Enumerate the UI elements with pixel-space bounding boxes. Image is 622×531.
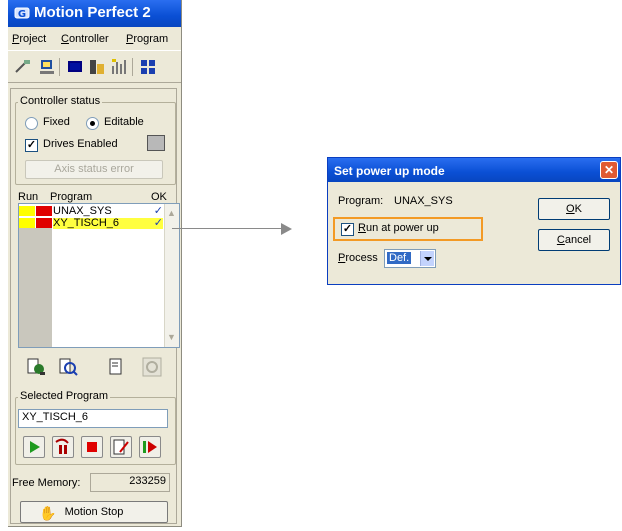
step-out-icon [143,441,157,453]
run-at-power-up-label: Run at power up [358,222,439,234]
new-program-icon[interactable] [26,357,46,377]
scroll-down-icon[interactable]: ▼ [167,332,176,342]
program-name: UNAX_SYS [53,205,112,217]
app-logo-icon: G [14,7,30,20]
connector-arrow-line [172,228,282,229]
main-titlebar[interactable]: G Motion Perfect 2 [8,0,181,27]
scroll-up-icon[interactable]: ▲ [167,208,176,218]
toolbar [8,52,181,83]
motion-stop-label: Motion Stop [64,506,124,518]
axis-status-error-button[interactable]: Axis status error [25,160,163,179]
fixed-radio[interactable] [25,117,38,130]
run-indicator[interactable] [19,218,35,228]
table-row[interactable]: UNAX_SYS ✓ [53,206,163,217]
col-run-header: Run [18,191,39,203]
table-row-selected[interactable]: XY_TISCH_6 ✓ [53,218,163,229]
play-icon [30,441,40,453]
connector-arrow-head [281,223,292,235]
stop-program-button[interactable] [81,436,103,458]
axis-params-icon[interactable] [88,58,106,76]
set-power-up-mode-dialog: Set power up mode ✕ Program: UNAX_SYS ✓ … [327,157,621,285]
free-memory-field: 233259 [90,473,170,492]
selected-program-field[interactable]: XY_TISCH_6 [18,409,168,428]
menu-program[interactable]: Program [126,33,168,45]
run-program-button[interactable] [23,436,45,458]
ok-check: ✓ [153,217,163,229]
run-indicator[interactable] [19,206,35,216]
col-program-header: Program [50,191,93,203]
process-select[interactable]: Def. [384,249,436,268]
editable-label: Editable [104,116,144,128]
drives-enabled-checkbox[interactable]: ✓ [25,139,38,152]
ok-button[interactable]: OK [538,198,610,220]
edit-icon [113,439,129,455]
motion-perfect-window: G Motion Perfect 2 Project Controller Pr… [8,0,182,527]
free-memory-label: Free Memory: [12,477,81,489]
close-icon[interactable]: ✕ [600,161,618,179]
selected-program-label: Selected Program [18,390,111,402]
menu-project[interactable]: Project [12,33,46,45]
step-icon [55,438,69,454]
program-properties-icon[interactable] [106,357,126,377]
chevron-down-icon[interactable] [420,251,434,266]
stop-icon [87,442,97,452]
process-select-value: Def. [387,252,412,264]
empty-run-cells [19,228,52,347]
list-scrollbar[interactable]: ▲ ▼ [164,204,179,347]
grid-view-icon[interactable] [139,58,157,76]
ok-check: ✓ [153,205,163,217]
free-memory-value: 233259 [129,475,166,487]
terminal-icon[interactable] [38,58,56,76]
motion-stop-button[interactable]: ✋ Motion Stop [20,501,168,523]
cancel-button[interactable]: Cancel [538,229,610,251]
controller-status-label: Controller status [18,95,103,107]
drives-enabled-label: Drives Enabled [43,138,118,150]
process-label: Process [338,252,378,264]
connect-icon[interactable] [14,58,32,76]
find-program-icon[interactable] [58,357,78,377]
editable-radio[interactable] [86,117,99,130]
edit-program-button[interactable] [110,436,132,458]
selected-program-value: XY_TISCH_6 [22,411,89,423]
drives-status-indicator [147,135,165,151]
program-value: UNAX_SYS [394,195,453,207]
svg-text:G: G [18,9,26,20]
menu-controller[interactable]: Controller [61,33,109,45]
col-ok-header: OK [151,191,167,203]
disabled-tool-icon[interactable] [142,357,162,377]
io-status-icon[interactable] [110,58,128,76]
program-list[interactable]: UNAX_SYS ✓ XY_TISCH_6 ✓ ▲ ▼ [18,203,180,348]
hand-icon: ✋ [39,505,57,521]
dialog-titlebar[interactable]: Set power up mode ✕ [328,158,620,182]
menu-bar: Project Controller Program [8,28,181,51]
step-program-button[interactable] [52,436,74,458]
stop-indicator[interactable] [36,206,52,216]
run-at-power-up-checkbox[interactable]: ✓ [341,223,354,236]
program-name: XY_TISCH_6 [53,217,120,229]
dialog-title: Set power up mode [334,164,445,178]
program-label: Program: [338,195,384,207]
app-title: Motion Perfect 2 [34,4,151,21]
stop-indicator[interactable] [36,218,52,228]
program-editor-icon[interactable] [66,58,84,76]
step-out-button[interactable] [139,436,161,458]
fixed-label: Fixed [43,116,70,128]
